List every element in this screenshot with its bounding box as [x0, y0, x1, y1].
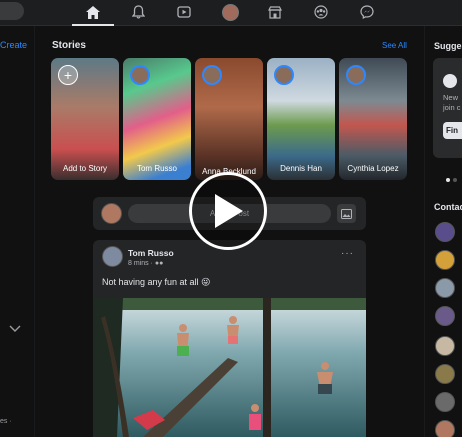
- contacts-title: Contacts: [434, 202, 462, 212]
- story-card-add[interactable]: + Add to Story: [51, 58, 119, 180]
- chevron-down-icon[interactable]: [9, 320, 21, 338]
- story-card[interactable]: Anna Becklund: [195, 58, 263, 180]
- see-all-link[interactable]: See All: [382, 41, 407, 50]
- post-author[interactable]: Tom Russo: [128, 248, 174, 258]
- marketplace-icon[interactable]: [264, 3, 286, 21]
- story-avatar: [130, 65, 150, 85]
- search-input[interactable]: [0, 2, 24, 20]
- story-card[interactable]: Cynthia Lopez: [339, 58, 407, 180]
- feed-post: Tom Russo 8 mins · ●● ··· Not having any…: [93, 240, 366, 437]
- footer-links[interactable]: es ·: [0, 418, 12, 425]
- contact-avatar[interactable]: [435, 392, 455, 412]
- post-time-text: 8 mins ·: [128, 260, 155, 267]
- story-avatar: [346, 65, 366, 85]
- find-button[interactable]: Fin: [443, 122, 462, 139]
- contact-avatar[interactable]: [435, 364, 455, 384]
- friends-icon: ●●: [154, 260, 164, 267]
- story-card[interactable]: Tom Russo: [123, 58, 191, 180]
- story-avatar: [202, 65, 222, 85]
- post-photo[interactable]: [93, 298, 366, 437]
- stories-title: Stories: [52, 40, 86, 51]
- top-nav: [0, 0, 462, 26]
- suggested-title: Suggested: [434, 41, 462, 51]
- story-name: Tom Russo: [136, 164, 177, 173]
- photo-icon[interactable]: [337, 204, 356, 223]
- messenger-icon[interactable]: [356, 3, 378, 21]
- contact-avatar[interactable]: [435, 336, 455, 356]
- story-avatar: [274, 65, 294, 85]
- post-text: Not having any fun at all 😜: [102, 277, 211, 287]
- right-divider: [424, 26, 425, 437]
- avatar[interactable]: [219, 3, 241, 21]
- contact-avatar[interactable]: [435, 306, 455, 326]
- play-icon: [215, 194, 243, 228]
- story-card[interactable]: Dennis Han: [267, 58, 335, 180]
- groups-icon[interactable]: [310, 3, 332, 21]
- left-divider: [34, 26, 35, 437]
- suggested-card: New join c Fin: [433, 58, 462, 158]
- contact-avatar[interactable]: [435, 250, 455, 270]
- contact-avatar[interactable]: [435, 222, 455, 242]
- more-options-icon[interactable]: ···: [341, 248, 354, 259]
- suggestion-icon: [443, 74, 457, 88]
- carousel-dots: [445, 170, 462, 188]
- avatar[interactable]: [102, 246, 123, 267]
- contact-avatar[interactable]: [435, 420, 455, 437]
- add-icon[interactable]: +: [58, 65, 78, 85]
- contact-avatar[interactable]: [435, 278, 455, 298]
- bell-icon[interactable]: [127, 3, 149, 21]
- story-name: Dennis Han: [280, 164, 322, 173]
- story-name: Cynthia Lopez: [347, 164, 399, 173]
- active-tab-indicator: [72, 24, 114, 26]
- suggestion-text: join c: [443, 103, 461, 112]
- home-icon[interactable]: [82, 3, 104, 21]
- suggestion-text: New: [443, 93, 459, 102]
- avatar: [101, 203, 122, 224]
- post-timestamp: 8 mins · ●●: [128, 260, 163, 267]
- watch-icon[interactable]: [173, 3, 195, 21]
- create-link[interactable]: Create: [0, 40, 27, 50]
- play-button[interactable]: [189, 172, 267, 250]
- story-name: Add to Story: [62, 164, 108, 173]
